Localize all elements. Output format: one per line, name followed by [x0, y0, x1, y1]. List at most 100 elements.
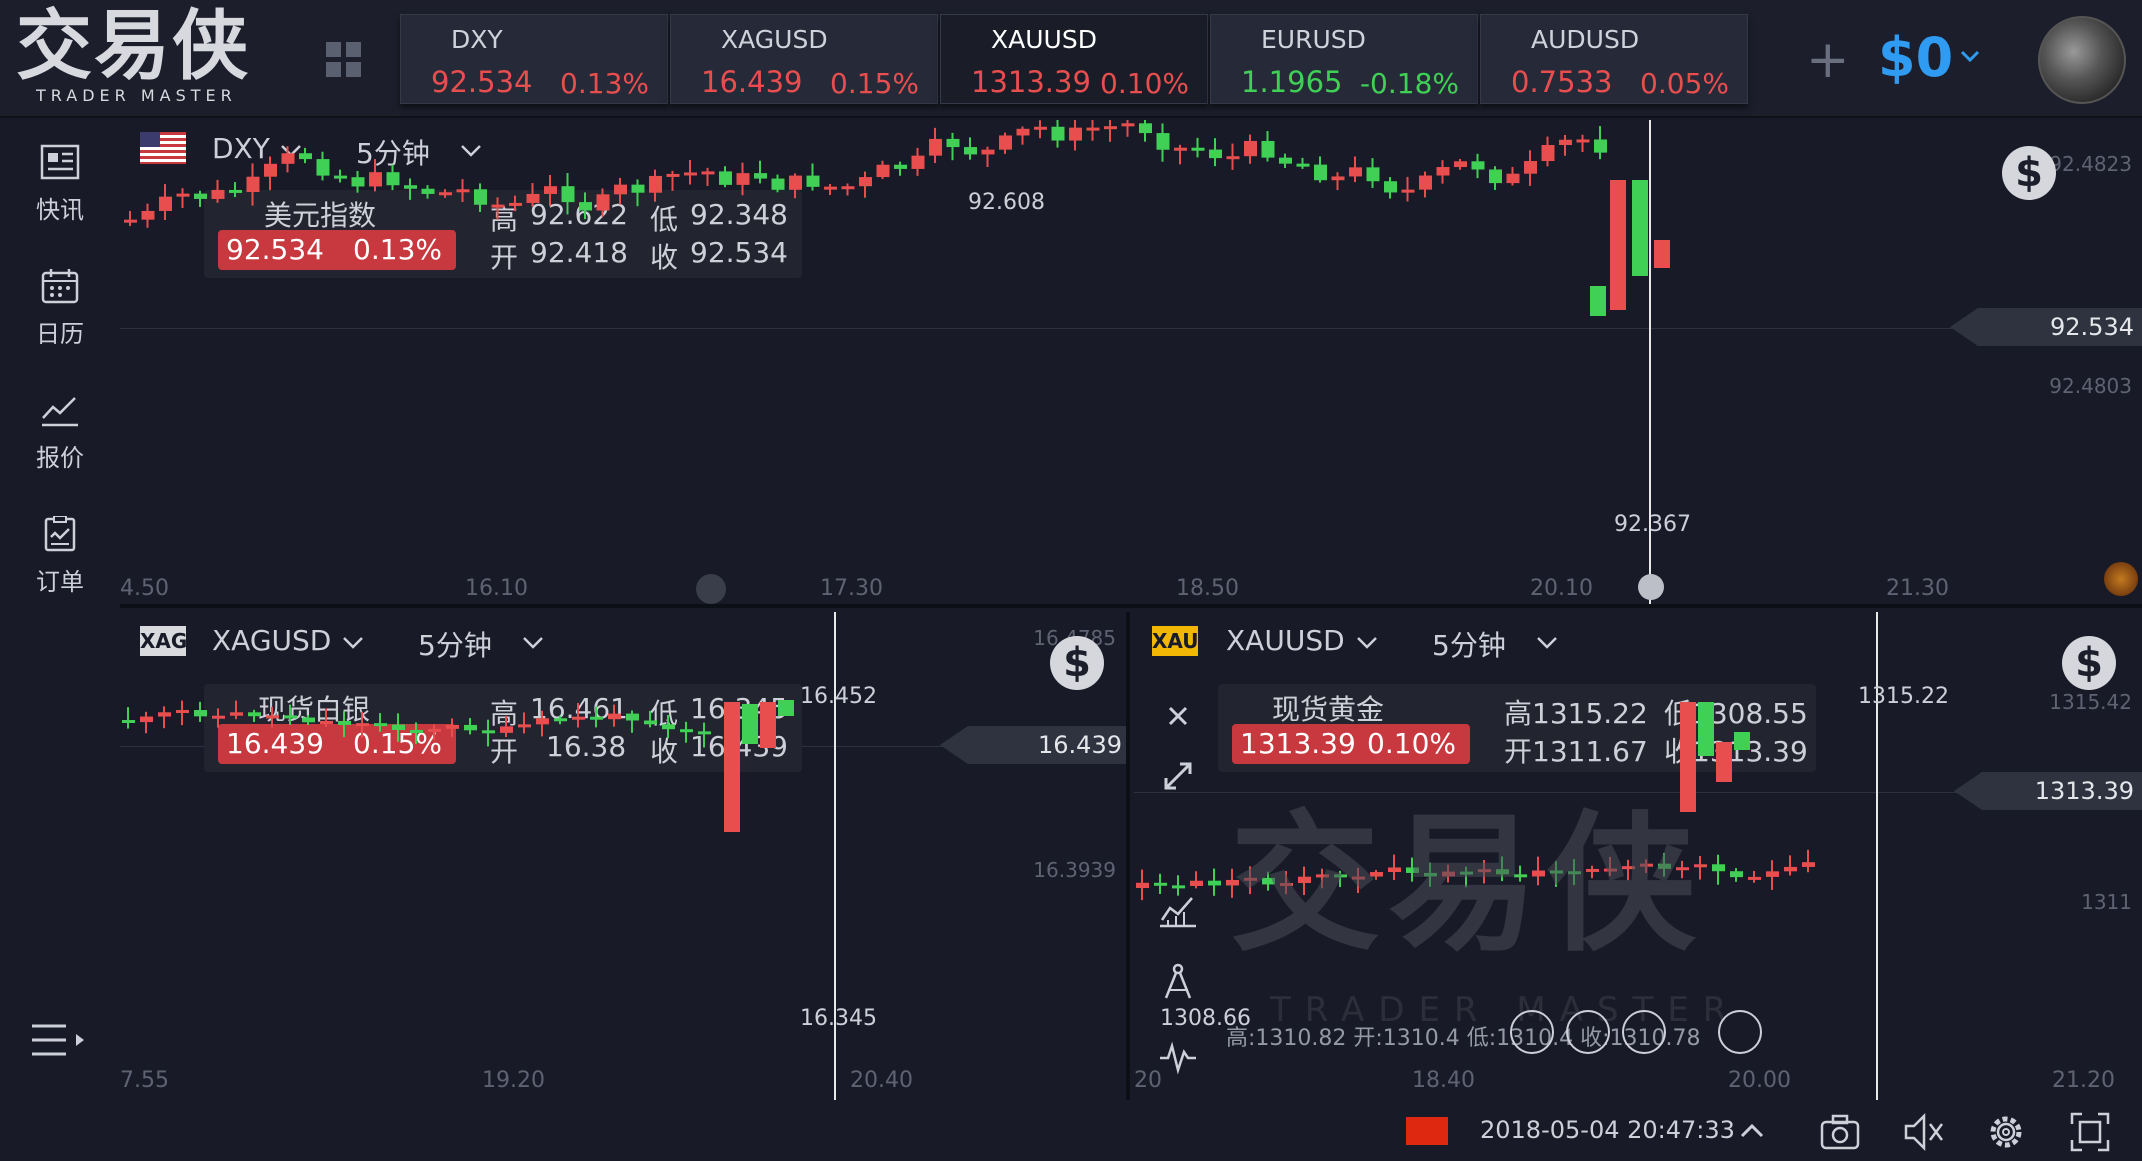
candle-body — [1471, 161, 1485, 170]
account-balance[interactable]: $0 — [1878, 26, 1953, 89]
candle-body — [1069, 127, 1082, 141]
fullscreen-icon[interactable] — [2068, 1110, 2112, 1154]
candle-body — [491, 204, 505, 208]
candle-body — [1784, 866, 1797, 872]
candle-body — [500, 726, 513, 733]
sidebar-item-quotes[interactable]: 报价 — [0, 392, 120, 473]
candle-body — [590, 716, 603, 720]
play-icon[interactable] — [1510, 1010, 1554, 1054]
top-bar: 交易侠 TRADER MASTER DXY 92.534 0.13% XAGUS… — [0, 0, 2142, 118]
candle-body — [1676, 867, 1689, 871]
candle-body — [1532, 870, 1545, 877]
candle-body — [742, 704, 758, 744]
candle-body — [1550, 870, 1563, 874]
candle-body — [1051, 126, 1065, 141]
candle-body — [789, 175, 802, 190]
candle-body — [316, 159, 330, 176]
candle-body — [1680, 702, 1696, 812]
sidebar-item-calendar[interactable]: 日历 — [0, 268, 120, 349]
mute-icon[interactable] — [1902, 1110, 1946, 1154]
candle-body — [1604, 868, 1617, 872]
candle-body — [1712, 864, 1725, 872]
candle-body — [1640, 863, 1653, 867]
sidebar-item-orders[interactable]: 订单 — [0, 516, 120, 597]
ticker-symbol: DXY — [451, 25, 503, 54]
candle-body — [369, 172, 382, 187]
ticker-tile-xagusd[interactable]: XAGUSD 16.439 0.15% — [670, 14, 938, 104]
candle-body — [1174, 147, 1187, 151]
candle-body — [1244, 877, 1257, 881]
zoom-in-icon[interactable] — [1718, 1010, 1762, 1054]
menu-expand-icon[interactable] — [30, 1020, 90, 1060]
chevron-up-icon[interactable] — [1730, 1110, 1774, 1154]
news-icon — [40, 144, 80, 180]
ticker-symbol: EURUSD — [1261, 25, 1366, 54]
candle-body — [1460, 871, 1473, 875]
ticker-tile-audusd[interactable]: AUDUSD 0.7533 0.05% — [1480, 14, 1748, 104]
candle-body — [1559, 139, 1572, 146]
candle-body — [662, 724, 675, 730]
candle-body — [1384, 181, 1397, 193]
ticker-tile-xauusd[interactable]: XAUUSD 1313.39 0.10% — [940, 14, 1208, 104]
candle-body — [644, 720, 657, 725]
candle-body — [824, 186, 837, 190]
ticker-tile-eurusd[interactable]: EURUSD 1.1965 -0.18% — [1210, 14, 1478, 104]
pulse-icon[interactable] — [1158, 1036, 1198, 1076]
sidebar-item-label: 订单 — [36, 568, 84, 596]
candle-body — [1401, 189, 1415, 193]
candle-body — [281, 153, 295, 164]
quotes-chart-icon — [42, 397, 78, 427]
ticker-symbol: AUDUSD — [1531, 25, 1640, 54]
candle-body — [351, 177, 365, 187]
candle-body — [626, 713, 639, 721]
candle-body — [248, 712, 261, 717]
sidebar-item-news[interactable]: 快讯 — [0, 144, 120, 225]
drawing-compass-icon[interactable] — [1158, 962, 1198, 1002]
layout-grid-icon[interactable] — [324, 40, 364, 80]
camera-icon[interactable] — [1818, 1110, 1862, 1154]
candle-body — [1568, 871, 1581, 875]
candle-body — [1454, 161, 1467, 168]
candle-body — [1370, 872, 1383, 877]
gear-icon[interactable] — [1984, 1110, 2028, 1154]
step-back-icon[interactable] — [1566, 1010, 1610, 1054]
candle-body — [760, 702, 776, 748]
candle-body — [698, 731, 711, 735]
candle-body — [1349, 167, 1362, 177]
ticker-change: 0.10% — [1100, 67, 1189, 100]
candle-body — [1524, 161, 1537, 174]
ticker-tile-dxy[interactable]: DXY 92.534 0.13% — [400, 14, 668, 104]
candle-body — [1610, 180, 1626, 310]
avatar[interactable] — [2038, 16, 2126, 104]
candle-body — [320, 720, 333, 724]
candle-body — [894, 164, 907, 169]
candle-body — [338, 720, 351, 725]
expand-icon[interactable] — [1158, 756, 1198, 796]
add-button[interactable]: + — [1806, 34, 1850, 86]
candle-body — [509, 202, 522, 206]
candle-body — [264, 163, 277, 177]
indicator-icon[interactable] — [1158, 890, 1198, 930]
candle-body — [649, 175, 662, 193]
candle-body — [122, 720, 135, 723]
candle-body — [536, 718, 549, 725]
chart-pane-dxy[interactable]: DXY 5分钟 美元指数 92.534 0.13% 高 92.622 低 92.… — [120, 120, 2142, 608]
candle-body — [1331, 176, 1345, 181]
candle-body — [1352, 876, 1365, 880]
ticker-symbol: XAGUSD — [721, 25, 828, 54]
candle-body — [1730, 871, 1743, 878]
candle-body — [806, 175, 820, 187]
chevron-down-icon[interactable] — [1958, 44, 1982, 68]
candle-body — [421, 188, 435, 194]
step-forward-icon[interactable] — [1622, 1010, 1666, 1054]
candle-body — [1298, 876, 1311, 884]
close-icon[interactable] — [1158, 696, 1198, 736]
candle-body — [579, 202, 592, 211]
candle-body — [1590, 286, 1606, 316]
candle-body — [572, 716, 585, 720]
candle-body — [140, 716, 153, 723]
candle-body — [778, 700, 794, 716]
candle-body — [482, 730, 495, 734]
chart-pane-xagusd[interactable]: XAG XAGUSD 5分钟 现货白银 16.439 0.15% 高 16.46… — [120, 612, 1130, 1100]
candle-body — [1694, 864, 1707, 868]
